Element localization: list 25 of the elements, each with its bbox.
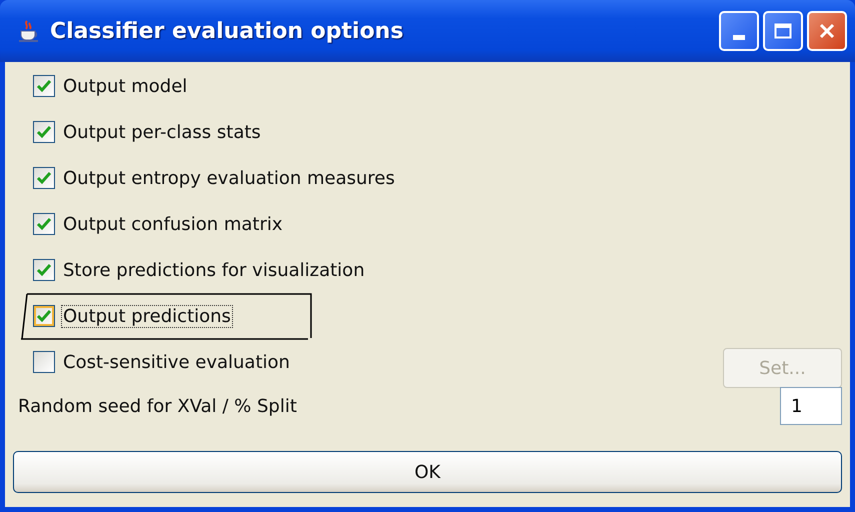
checkbox-label[interactable]: Store predictions for visualization [61, 258, 367, 282]
checkbox-label[interactable]: Output predictions [61, 304, 233, 328]
window-title: Classifier evaluation options [50, 18, 404, 44]
checkbox[interactable] [33, 305, 55, 327]
minimize-icon [733, 35, 745, 40]
ok-button[interactable]: OK [13, 451, 842, 493]
minimize-button[interactable] [719, 11, 759, 51]
checkbox[interactable] [33, 75, 55, 97]
checkbox-label[interactable]: Output model [61, 74, 190, 98]
coffee-cup-icon [18, 19, 40, 43]
close-icon [819, 23, 835, 39]
checkbox[interactable] [33, 167, 55, 189]
seed-label: Random seed for XVal / % Split [18, 396, 297, 416]
checkbox-label[interactable]: Output per-class stats [61, 120, 263, 144]
maximize-button[interactable] [763, 11, 803, 51]
seed-field[interactable]: 1 [780, 387, 842, 425]
close-button[interactable] [807, 11, 847, 51]
checkbox[interactable] [33, 259, 55, 281]
checkbox-label[interactable]: Output confusion matrix [61, 212, 285, 236]
checkbox[interactable] [33, 121, 55, 143]
checkbox-label[interactable]: Cost-sensitive evaluation [61, 350, 292, 374]
checkbox-label[interactable]: Output entropy evaluation measures [61, 166, 397, 190]
checkbox[interactable] [33, 351, 55, 373]
maximize-icon [774, 23, 792, 39]
checkbox[interactable] [33, 213, 55, 235]
